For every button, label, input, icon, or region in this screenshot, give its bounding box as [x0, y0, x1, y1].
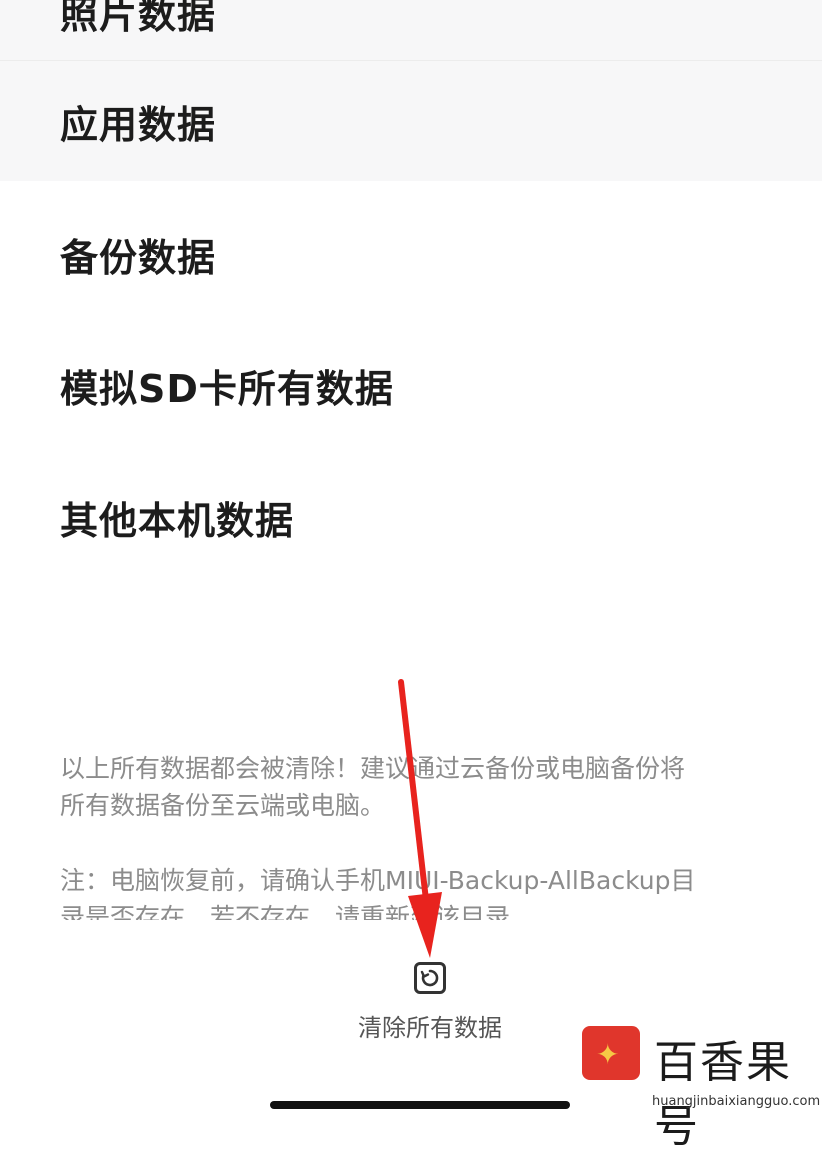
watermark-url: huangjinbaixiangguo.com	[652, 1094, 821, 1109]
watermark-title: 百香果号	[654, 1037, 792, 1152]
annotation-arrow	[398, 679, 442, 958]
home-indicator[interactable]	[270, 1101, 570, 1109]
watermark: ✦ 百香果号 huangjinbaixiangguo.com	[578, 1020, 822, 1152]
star-icon: ✦	[596, 1038, 620, 1071]
watermark-logo-icon: ✦	[582, 1026, 640, 1080]
